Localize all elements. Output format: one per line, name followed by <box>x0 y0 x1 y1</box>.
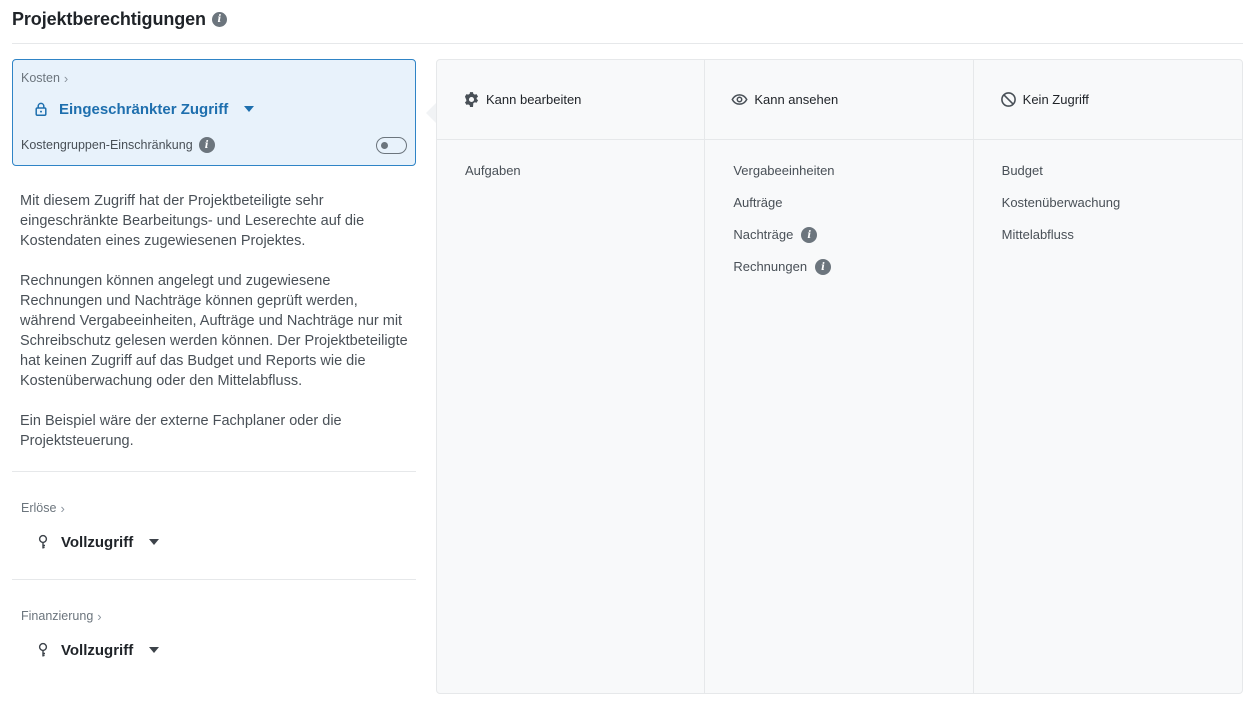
access-level-dropdown[interactable]: Vollzugriff <box>35 640 407 660</box>
item-label: Budget <box>1001 163 1043 178</box>
breadcrumb-label: Erlöse <box>21 501 57 515</box>
column-title: Kein Zugriff <box>1022 92 1089 107</box>
item-label: Nachträge <box>733 227 794 242</box>
access-description: Mit diesem Zugriff hat der Projektbeteil… <box>12 166 416 451</box>
module-card-finanzierung[interactable]: Finanzierung › Vollzugriff <box>12 580 416 687</box>
item-label: Aufträge <box>733 195 783 210</box>
column-header: Kann ansehen <box>705 60 973 140</box>
access-level-label: Eingeschränkter Zugriff <box>59 100 229 118</box>
access-level-label: Vollzugriff <box>61 641 134 659</box>
description-paragraph: Mit diesem Zugriff hat der Projektbeteil… <box>20 193 365 249</box>
list-item: Nachträge i <box>733 226 972 258</box>
info-icon[interactable]: i <box>815 259 832 275</box>
breadcrumb-label: Kosten <box>21 71 60 85</box>
key-icon <box>35 642 51 658</box>
lock-icon <box>33 101 49 117</box>
breadcrumb: Kosten › <box>21 69 407 87</box>
chevron-right-icon: › <box>97 608 102 624</box>
permission-list: Aufgaben <box>437 140 704 194</box>
access-level-dropdown[interactable]: Eingeschränkter Zugriff <box>33 99 407 119</box>
gear-icon <box>463 91 480 108</box>
restriction-toggle[interactable] <box>376 136 407 154</box>
breadcrumb: Finanzierung › <box>21 607 407 625</box>
info-icon[interactable]: i <box>211 11 227 27</box>
column-header: Kann bearbeiten <box>437 60 705 140</box>
list-item: Kostenüberwachung <box>1002 194 1242 226</box>
permission-list: Budget Kostenüberwachung Mittelabfluss <box>974 140 1242 258</box>
permission-column-none: Kein Zugriff Budget Kostenüberwachung Mi… <box>973 60 1242 693</box>
chevron-right-icon: › <box>60 500 65 516</box>
permission-column-view: Kann ansehen Vergabeeinheiten Aufträge N… <box>705 60 974 693</box>
list-item: Vergabeeinheiten <box>733 162 972 194</box>
permissions-panel: Kann bearbeiten Aufgaben Kann ansehen Ve… <box>436 59 1243 694</box>
item-label: Aufgaben <box>465 163 521 178</box>
eye-icon <box>731 91 748 108</box>
page-header: Projektberechtigungen i <box>12 6 227 32</box>
permissions-page: Projektberechtigungen i Kosten › Eingesc… <box>0 0 1251 703</box>
prohibited-icon <box>1000 91 1017 108</box>
header-divider <box>12 43 1243 44</box>
cost-group-restriction: Kostengruppen-Einschränkung i <box>21 136 407 154</box>
column-title: Kann bearbeiten <box>486 92 582 107</box>
permission-column-edit: Kann bearbeiten Aufgaben <box>437 60 706 693</box>
module-list: Kosten › Eingeschränkter Zugriff Kosteng… <box>12 59 416 687</box>
caret-down-icon <box>244 106 255 112</box>
item-label: Rechnungen <box>733 259 808 274</box>
chevron-right-icon: › <box>63 70 69 86</box>
info-icon[interactable]: i <box>198 137 215 153</box>
restriction-label: Kostengruppen-Einschränkung <box>21 138 193 152</box>
list-item: Mittelabfluss <box>1002 226 1242 258</box>
caret-down-icon <box>149 647 160 653</box>
item-label: Kostenüberwachung <box>1001 195 1121 210</box>
permission-list: Vergabeeinheiten Aufträge Nachträge i Rec… <box>705 140 972 290</box>
item-label: Mittelabfluss <box>1001 227 1074 242</box>
page-title: Projektberechtigungen <box>12 8 206 29</box>
key-icon <box>35 534 51 550</box>
access-level-dropdown[interactable]: Vollzugriff <box>35 532 407 552</box>
caret-down-icon <box>149 539 160 545</box>
description-paragraph: Ein Beispiel wäre der externe Fachplaner… <box>20 413 342 449</box>
list-item: Budget <box>1002 162 1242 194</box>
module-card-kosten[interactable]: Kosten › Eingeschränkter Zugriff Kosteng… <box>12 59 416 166</box>
description-paragraph: Rechnungen können angelegt und zugewiese… <box>20 273 408 389</box>
info-icon[interactable]: i <box>801 227 818 243</box>
breadcrumb-label: Finanzierung <box>21 609 94 623</box>
module-card-erloese[interactable]: Erlöse › Vollzugriff <box>12 472 416 579</box>
breadcrumb: Erlöse › <box>21 499 407 517</box>
list-item: Aufgaben <box>465 162 704 194</box>
column-header: Kein Zugriff <box>973 60 1242 140</box>
access-level-label: Vollzugriff <box>61 533 134 551</box>
list-item: Rechnungen i <box>733 258 972 290</box>
column-title: Kann ansehen <box>754 92 839 107</box>
item-label: Vergabeeinheiten <box>733 163 835 178</box>
list-item: Aufträge <box>733 194 972 226</box>
